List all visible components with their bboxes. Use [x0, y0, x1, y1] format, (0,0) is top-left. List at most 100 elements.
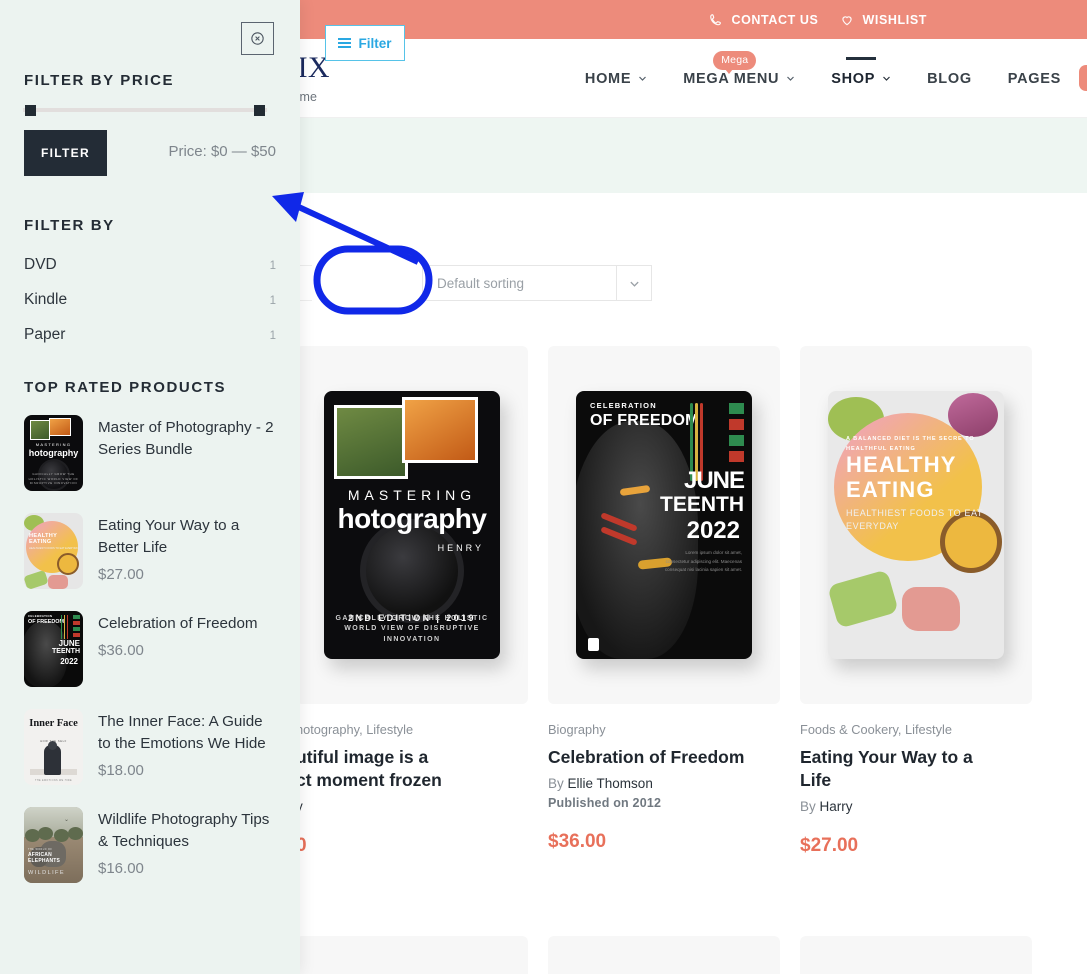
book-cover-celebration-of-freedom: CELEBRATION OF FREEDOM JUNE TEENTH 2022 … [576, 391, 752, 659]
filter-option-dvd[interactable]: DVD 1 [24, 256, 276, 274]
cover-main-line: hotography [28, 448, 79, 458]
cover-title: HEALTHY EATING [846, 452, 957, 502]
top-rated-thumbnail: MASTERING hotography GANICALLY GROW THE … [24, 415, 83, 491]
by-prefix: By [800, 799, 816, 815]
close-drawer-button[interactable] [241, 22, 274, 55]
cover-sub: HEALTHIEST FOODS TO EAT EVERYDAY [29, 547, 80, 550]
cover-square [73, 627, 80, 631]
product-card[interactable]: A BALANCED DIET IS THE SECRE TO HEALTHFU… [800, 346, 1032, 857]
slider-handle-min[interactable] [25, 105, 36, 116]
cover-title-line1: HEALTHY [29, 533, 58, 539]
product-card[interactable]: MASTERING hotography HENRY 2ND EDITION |… [296, 346, 528, 857]
product-meta: hotography, Lifestyle utiful image is a … [296, 704, 528, 857]
top-rated-name[interactable]: Celebration of Freedom [98, 613, 258, 635]
cover-photo-b [49, 418, 71, 436]
cover-footer: GANICALLY GROW THE HOLISTIC WORLD VIEW O… [335, 614, 489, 643]
nav-item-home[interactable]: HOME [567, 39, 665, 118]
slider-handle-max[interactable] [254, 105, 265, 116]
cover-kicker: THE WORLD OF [28, 848, 53, 851]
top-rated-text: The Inner Face: A Guide to the Emotions … [98, 709, 279, 785]
top-rated-name[interactable]: Master of Photography - 2 Series Bundle [98, 417, 279, 461]
cover-kicker: CELEBRATION [590, 401, 657, 410]
cover-blurb: Lorem ipsum dolor sit amet, consectetur … [664, 550, 742, 573]
top-rated-item[interactable]: HEALTHY EATING HEALTHIEST FOODS TO EAT EV… [24, 513, 279, 589]
top-rated-products-heading: TOP RATED PRODUCTS [24, 379, 227, 396]
head-shape [48, 741, 57, 750]
filter-option-paper[interactable]: Paper 1 [24, 326, 276, 344]
cart-icon[interactable] [1079, 65, 1087, 91]
top-rated-price: $27.00 [98, 566, 144, 584]
cover-square [729, 403, 744, 414]
product-card[interactable] [296, 936, 528, 974]
contact-us-link[interactable]: CONTACT US [709, 13, 818, 27]
top-rated-item[interactable]: ⌄ THE WORLD OF AFRICAN ELEPHANTS WILDLIF… [24, 807, 279, 883]
cover-title: HEALTHY EATING [29, 533, 57, 546]
filter-option-kindle[interactable]: Kindle 1 [24, 291, 276, 309]
cover-square [729, 419, 744, 430]
product-image[interactable]: CELEBRATION OF FREEDOM JUNE TEENTH 2022 … [548, 346, 780, 704]
filter-by-price-heading: FILTER BY PRICE [24, 72, 175, 89]
tree-shape [68, 827, 83, 840]
cover-top-line: MASTERING [35, 442, 72, 447]
product-author: By Harry [800, 799, 1032, 814]
top-rated-item[interactable]: HOW THE SELF Inner Face THE EMOTIONS WE … [24, 709, 279, 785]
tree-shape [38, 827, 53, 840]
product-published: Published on 2012 [548, 796, 662, 811]
top-rated-price: $36.00 [98, 642, 144, 660]
top-rated-item[interactable]: MASTERING hotography GANICALLY GROW THE … [24, 415, 279, 491]
chevron-down-icon[interactable] [616, 266, 651, 300]
nav-label-home: HOME [584, 70, 632, 87]
top-rated-name[interactable]: Eating Your Way to a Better Life [98, 515, 279, 559]
product-title[interactable]: utiful image is a ct moment frozen [296, 746, 528, 792]
by-prefix: By [548, 776, 564, 792]
top-rated-item[interactable]: CELEBRATION OF FREEDOM JUNE TEENTH 2022 … [24, 611, 279, 687]
product-title[interactable]: Celebration of Freedom [548, 746, 780, 769]
topbar-links: CONTACT US WISHLIST [709, 0, 927, 39]
cover-title-line2: EATING [846, 476, 935, 502]
nav-item-mega-menu[interactable]: Mega MEGA MENU [665, 39, 813, 118]
cover-word-teenth: TEENTH [52, 648, 80, 655]
apply-filter-button[interactable]: FILTER [24, 130, 107, 176]
nav-item-blog[interactable]: BLOG [909, 39, 990, 118]
product-categories[interactable]: Biography [548, 722, 780, 737]
top-rated-name[interactable]: The Inner Face: A Guide to the Emotions … [98, 711, 279, 755]
product-categories[interactable]: Foods & Cookery, Lifestyle [800, 722, 1032, 737]
top-rated-thumbnail: ⌄ THE WORLD OF AFRICAN ELEPHANTS WILDLIF… [24, 807, 83, 883]
cover-word-june: JUNE [683, 467, 745, 494]
top-rated-products-list: MASTERING hotography GANICALLY GROW THE … [24, 415, 279, 905]
nav-label-pages: PAGES [1007, 70, 1061, 87]
product-price: $36.00 [548, 831, 607, 853]
product-grid: MASTERING hotography HENRY 2ND EDITION |… [296, 346, 1087, 857]
cover-square [729, 435, 744, 446]
price-range-slider[interactable] [14, 105, 276, 116]
filter-button[interactable]: Filter [325, 25, 405, 61]
product-grid-row-2 [296, 936, 1087, 974]
nav-item-shop[interactable]: SHOP [813, 39, 909, 118]
product-categories[interactable]: hotography, Lifestyle [296, 722, 528, 737]
product-image[interactable]: MASTERING hotography HENRY 2ND EDITION |… [296, 346, 528, 704]
sorting-select[interactable]: Default sorting [422, 265, 652, 301]
nav-item-pages[interactable]: PAGES [990, 39, 1079, 118]
product-title-line1: utiful image is a [296, 747, 429, 767]
price-range-label: Price: $0 — $50 [168, 143, 276, 160]
product-card[interactable] [800, 936, 1032, 974]
product-card[interactable] [548, 936, 780, 974]
cover-author: HENRY [437, 543, 484, 553]
product-title-line1: Eating Your Way to a [800, 747, 973, 767]
screenshot-root: NG WORLDWIDE CONTACT US WISHLIST [0, 0, 1087, 974]
chevron-down-icon [638, 74, 647, 83]
filter-option-label: Paper [24, 326, 66, 343]
wishlist-link[interactable]: WISHLIST [840, 13, 927, 27]
filter-drawer: FILTER BY PRICE FILTER Price: $0 — $50 F… [0, 0, 300, 974]
cover-face-shape [576, 421, 698, 659]
product-image[interactable]: A BALANCED DIET IS THE SECRE TO HEALTHFU… [800, 346, 1032, 704]
top-rated-name[interactable]: Wildlife Photography Tips & Techniques [98, 809, 279, 853]
cover-word-teenth: TEENTH [660, 493, 744, 516]
heart-icon [840, 13, 854, 27]
top-rated-price: $16.00 [98, 860, 144, 878]
product-card[interactable]: CELEBRATION OF FREEDOM JUNE TEENTH 2022 … [548, 346, 780, 857]
filter-button-label: Filter [358, 35, 392, 51]
filter-option-label: DVD [24, 256, 57, 273]
cover-sub: WILDLIFE [28, 870, 65, 876]
product-title[interactable]: Eating Your Way to a Life [800, 746, 1032, 792]
